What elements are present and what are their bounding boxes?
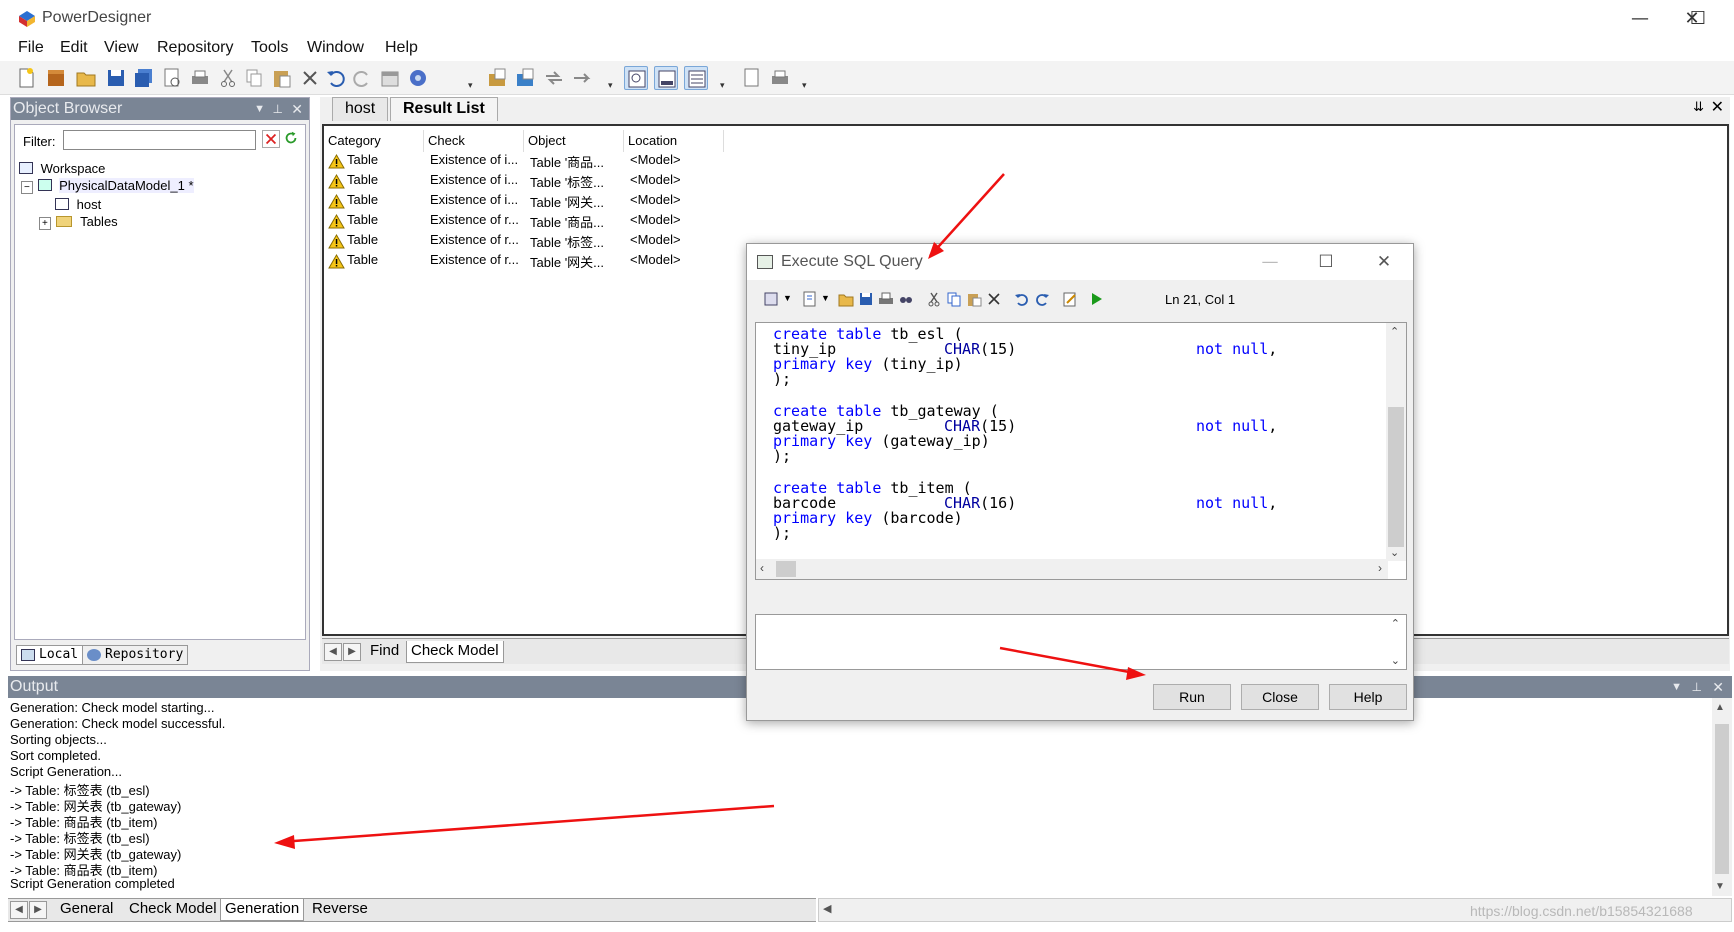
annotation-arrows bbox=[274, 173, 1146, 849]
arrow-to-output bbox=[274, 804, 775, 849]
arrow-to-run-button bbox=[999, 646, 1146, 680]
arrow-to-dialog-title bbox=[928, 173, 1005, 259]
